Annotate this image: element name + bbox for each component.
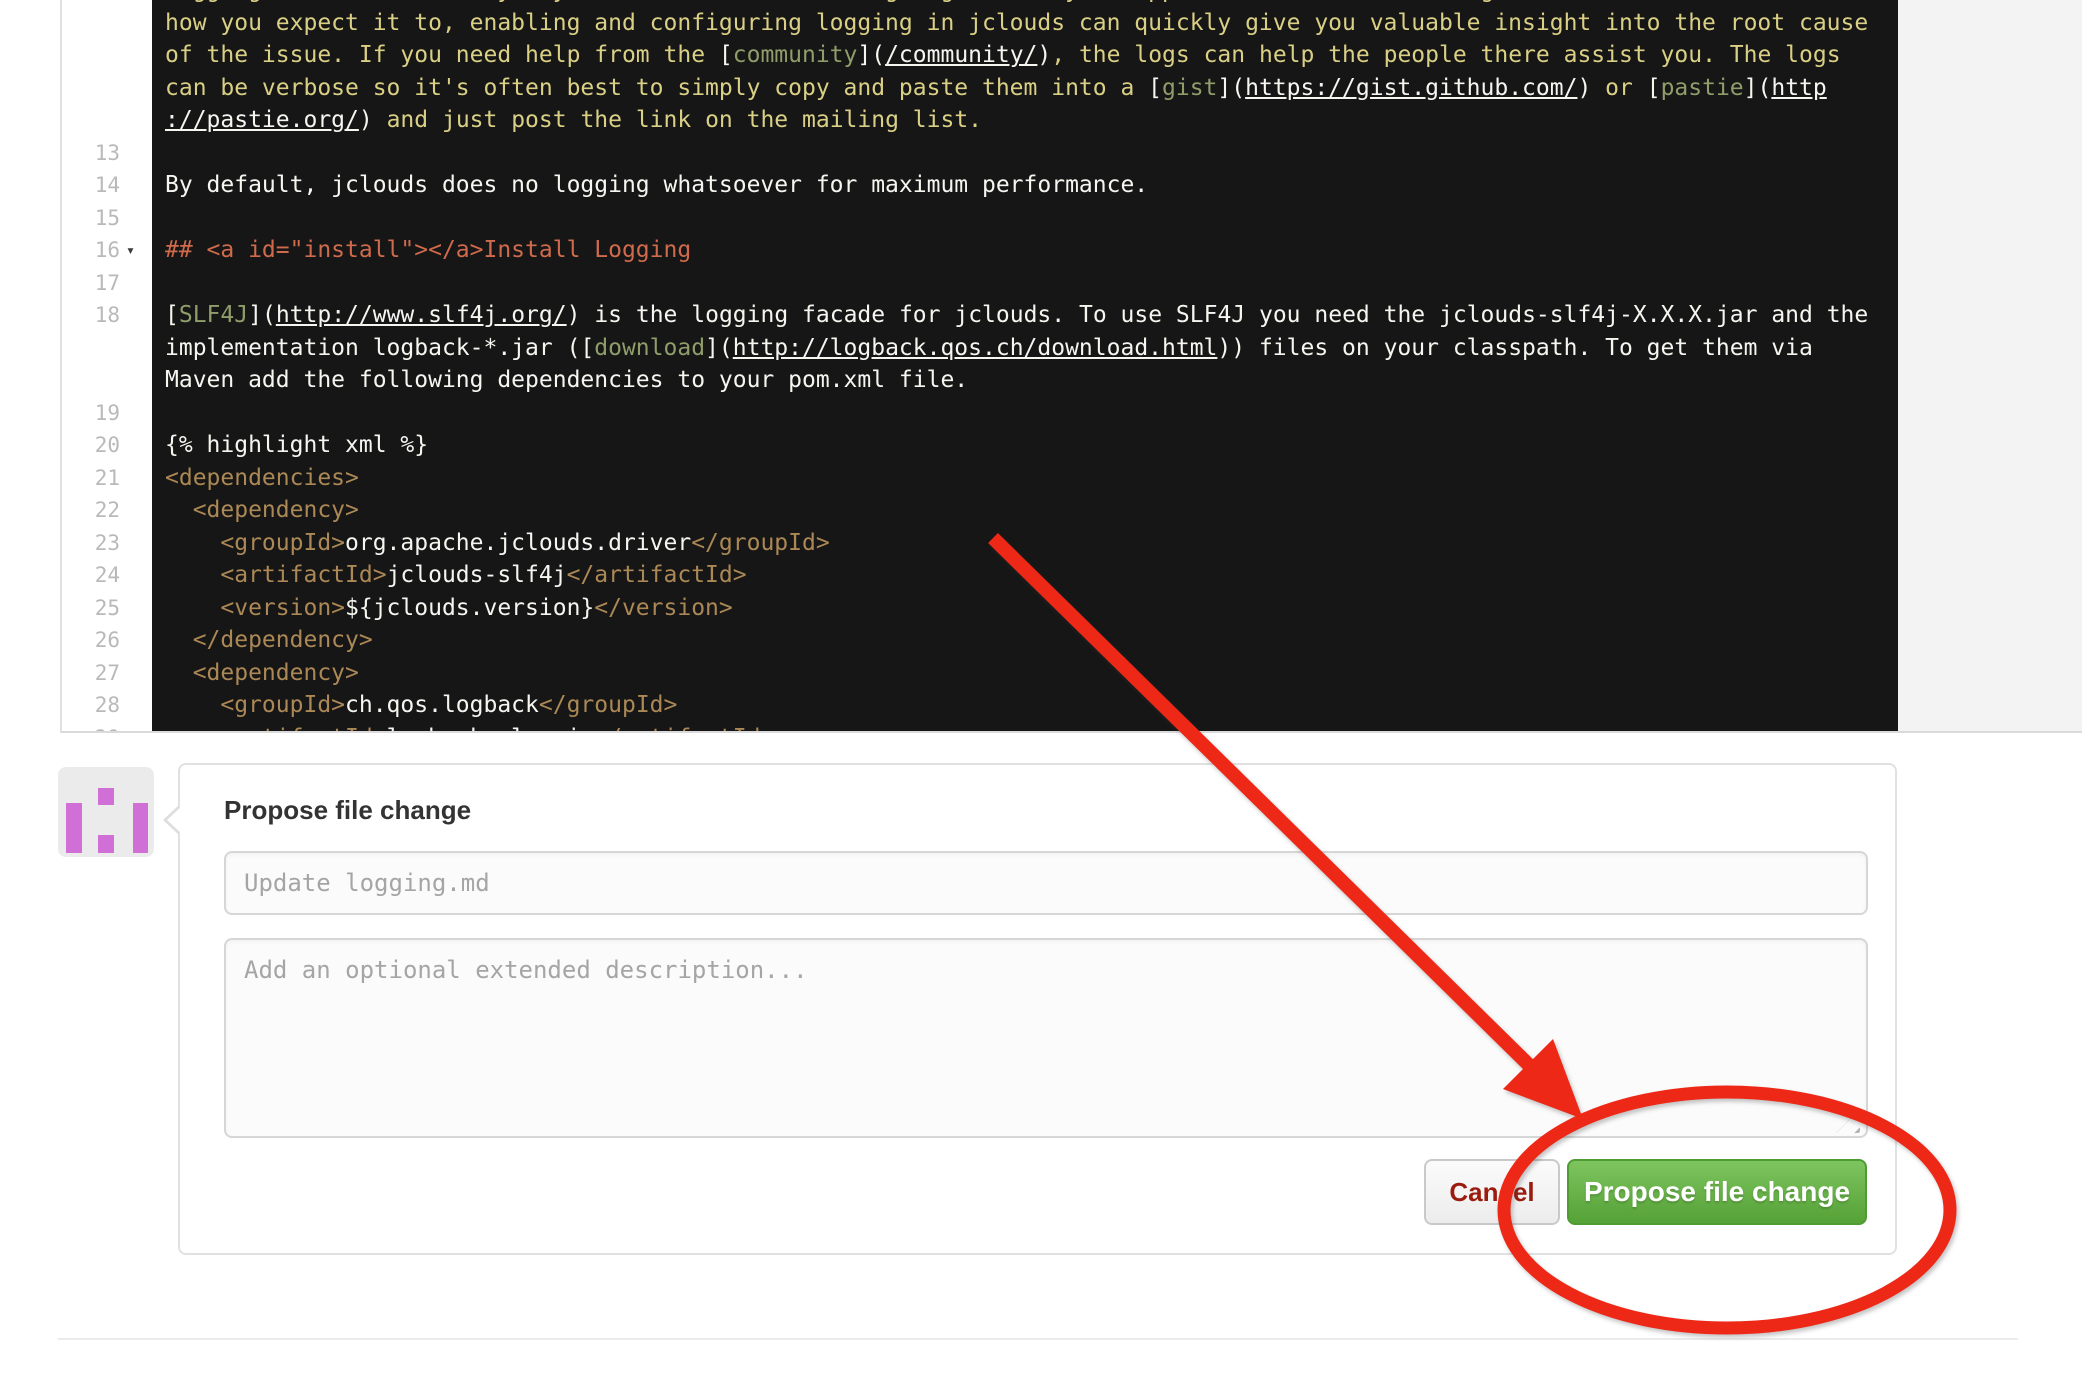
code-row: <version>${jclouds.version}</version> [165,592,1868,625]
code-row: <dependencies> [165,462,1868,495]
line-number [62,104,120,137]
line-number: 24 [62,559,120,592]
commit-description-textarea[interactable] [224,938,1868,1138]
code-row: ://pastie.org/) and just post the link o… [165,104,1868,137]
user-identicon-avatar [58,767,154,857]
line-number: 17 [62,267,120,300]
code-row [165,137,1868,170]
line-number [62,7,120,40]
code-row: <groupId>org.apache.jclouds.driver</grou… [165,527,1868,560]
panel-caret [167,805,183,835]
code-row: <dependency> [165,657,1868,690]
code-row [165,397,1868,430]
code-row: of the issue. If you need help from the … [165,39,1868,72]
code-editor: 13141516▾1718 1920212223242526272829 Log… [60,0,2082,733]
line-numbers: 13141516▾1718 1920212223242526272829 [62,0,120,731]
line-number: 27 [62,657,120,690]
line-number [62,332,120,365]
line-number: 21 [62,462,120,495]
line-number: 18 [62,299,120,332]
code-row: By default, jclouds does no logging what… [165,169,1868,202]
line-number: 26 [62,624,120,657]
identicon-block [98,788,114,805]
code-row [165,267,1868,300]
code-row: [SLF4J](http://www.slf4j.org/) is the lo… [165,299,1868,332]
code-row: implementation logback-*.jar ([download]… [165,332,1868,365]
line-number [62,72,120,105]
code-row: {% highlight xml %} [165,429,1868,462]
fold-toggle-icon[interactable]: ▾ [126,234,135,267]
panel-title: Propose file change [224,795,471,826]
code-row: how you expect it to, enabling and confi… [165,7,1868,40]
line-number-gutter: 13141516▾1718 1920212223242526272829 [62,0,152,731]
identicon-block [98,835,114,853]
line-number [62,39,120,72]
identicon-block [66,803,82,853]
propose-file-change-panel: Propose file change Cancel Propose file … [178,763,1897,1255]
line-number: 25 [62,592,120,625]
commit-title-input[interactable] [224,851,1868,915]
code-row: <groupId>ch.qos.logback</groupId> [165,689,1868,722]
code-row: <dependency> [165,494,1868,527]
code-editing-area[interactable]: Logging is often the only way to underst… [152,0,1898,731]
horizontal-divider [58,1338,2018,1340]
propose-file-change-button[interactable]: Propose file change [1567,1159,1867,1225]
code-row: can be verbose so it's often best to sim… [165,72,1868,105]
line-number [62,364,120,397]
identicon-block [133,803,148,853]
line-number: 16▾ [62,234,120,267]
github-file-edit-page: 13141516▾1718 1920212223242526272829 Log… [0,0,2082,1390]
code-row: <artifactId>jclouds-slf4j</artifactId> [165,559,1868,592]
line-number: 28 [62,689,120,722]
line-number: 15 [62,202,120,235]
line-number: 23 [62,527,120,560]
cancel-button[interactable]: Cancel [1424,1159,1560,1225]
line-number: 20 [62,429,120,462]
line-number: 22 [62,494,120,527]
code-lines: Logging is often the only way to underst… [165,0,1868,731]
line-number: 19 [62,397,120,430]
code-row: <artifactId>logback-classic</artifactId> [165,722,1868,732]
line-number: 13 [62,137,120,170]
code-row: </dependency> [165,624,1868,657]
code-row: Maven add the following dependencies to … [165,364,1868,397]
line-number: 14 [62,169,120,202]
code-row [165,202,1868,235]
code-row: ## <a id="install"></a>Install Logging [165,234,1868,267]
line-number: 29 [62,722,120,732]
